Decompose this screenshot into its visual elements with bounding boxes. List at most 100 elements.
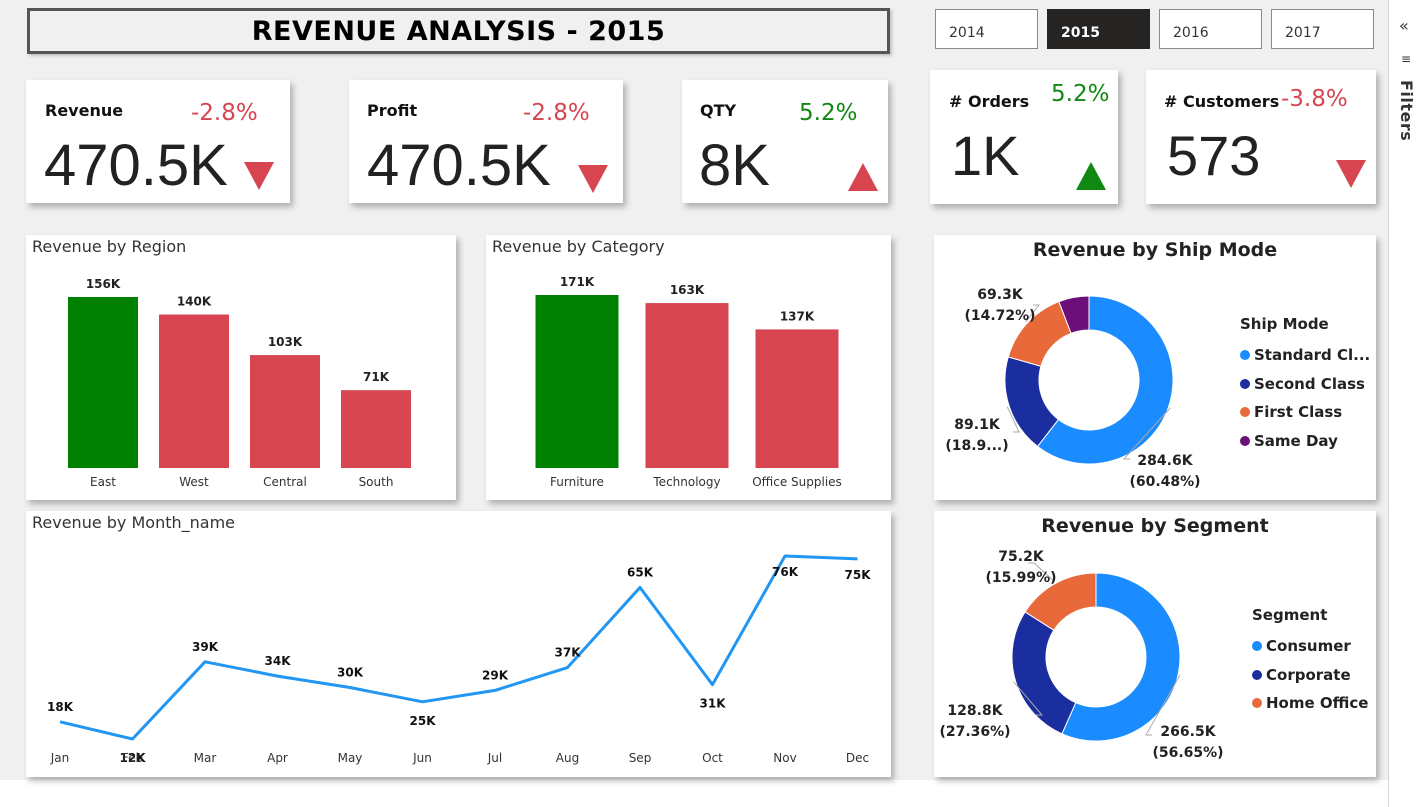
kpi-card-customers[interactable]: # Customers -3.8% 573: [1146, 70, 1376, 204]
slice-value-label: 75.2K: [998, 549, 1045, 565]
revenue-line[interactable]: [59, 554, 858, 741]
category-tick-label: Central: [263, 475, 307, 489]
legend-title: Ship Mode: [1240, 315, 1329, 333]
kpi-value: 470.5K: [44, 133, 228, 198]
slice-value-label: 89.1K: [954, 417, 1001, 433]
legend-dot: [1240, 407, 1250, 418]
legend-item-corporate[interactable]: Corporate: [1252, 661, 1368, 690]
month-tick-label: Sep: [629, 751, 652, 765]
legend-item-first-class[interactable]: First Class: [1240, 398, 1370, 427]
report-title-box: REVENUE ANALYSIS - 2015: [27, 8, 890, 54]
month-tick-label: May: [338, 751, 363, 765]
data-label: 103K: [268, 335, 303, 349]
category-tick-label: Technology: [652, 475, 720, 489]
report-canvas: REVENUE ANALYSIS - 2015 2014 2015 2016 2…: [0, 0, 1388, 780]
kpi-change: -2.8%: [523, 100, 590, 126]
data-label: 140K: [177, 295, 212, 309]
legend-title: Segment: [1252, 606, 1328, 624]
slice-value-label: 69.3K: [977, 287, 1024, 303]
filters-pane[interactable]: « ≡ Filters: [1388, 0, 1422, 807]
legend-dot: [1252, 698, 1262, 709]
kpi-card-qty[interactable]: QTY 5.2% 8K: [682, 80, 888, 203]
category-tick-label: Office Supplies: [752, 475, 842, 489]
data-label: 29K: [482, 668, 509, 682]
data-label: 65K: [627, 565, 654, 579]
bar-west[interactable]: [159, 314, 229, 468]
kpi-card-revenue[interactable]: Revenue -2.8% 470.5K: [26, 80, 290, 203]
year-slicer-2016[interactable]: 2016: [1159, 9, 1262, 49]
slice-value-label: 128.8K: [947, 703, 1003, 719]
category-bar-chart: 171K Furniture 163K Technology 137K Office Su…: [535, 275, 842, 489]
legend-item-standard-class[interactable]: Standard Cl...: [1240, 341, 1370, 370]
data-label: 18K: [47, 700, 74, 714]
bar-office-supplies[interactable]: [755, 329, 839, 468]
month-tick-label: Dec: [846, 751, 869, 765]
month-tick-label: Jul: [487, 751, 502, 765]
month-tick-label: Mar: [194, 751, 217, 765]
year-slicer-2014[interactable]: 2014: [935, 9, 1038, 49]
legend-item-consumer[interactable]: Consumer: [1252, 632, 1368, 661]
slice-percent-label: (15.99%): [985, 570, 1056, 586]
month-tick-label: Jan: [50, 751, 70, 765]
kpi-change: -3.8%: [1281, 86, 1348, 112]
slice-percent-label: (14.72%): [964, 308, 1035, 324]
kpi-label: Profit: [367, 101, 418, 120]
legend-dot: [1252, 669, 1262, 680]
slice-corporate[interactable]: [1011, 611, 1077, 735]
kpi-value: 573: [1167, 124, 1261, 187]
category-bar-chart-card[interactable]: Revenue by Category 171K Furniture 163K Tec…: [486, 235, 891, 500]
kpi-change: -2.8%: [191, 100, 258, 126]
bar-east[interactable]: [68, 297, 138, 468]
filters-label[interactable]: Filters: [1397, 80, 1416, 141]
kpi-change: 5.2%: [1051, 81, 1110, 107]
filter-funnel-icon: ≡: [1401, 52, 1412, 66]
region-bar-chart-card[interactable]: Revenue by Region 156K East 140K West 103K Ce…: [26, 235, 456, 500]
month-tick-label: Aug: [556, 751, 579, 765]
kpi-value: 470.5K: [367, 133, 551, 198]
data-label: 156K: [86, 277, 121, 291]
month-tick-label: Oct: [702, 751, 723, 765]
trend-up-icon: [848, 163, 878, 191]
slice-percent-label: (27.36%): [939, 724, 1010, 740]
bar-south[interactable]: [341, 390, 411, 468]
category-tick-label: Furniture: [550, 475, 604, 489]
kpi-card-profit[interactable]: Profit -2.8% 470.5K: [349, 80, 623, 203]
legend-dot: [1240, 378, 1250, 389]
legend-dot: [1240, 435, 1250, 446]
slice-value-label: 266.5K: [1160, 724, 1216, 740]
year-slicer-2017[interactable]: 2017: [1271, 9, 1374, 49]
month-line-chart-card[interactable]: Revenue by Month_name 18K Jan 12K Feb 39K Mar…: [26, 511, 891, 777]
month-tick-label: Nov: [773, 751, 796, 765]
slice-percent-label: (18.9...): [945, 438, 1008, 454]
segment-legend: Segment Consumer Corporate Home Office: [1252, 606, 1368, 718]
month-tick-label: Apr: [267, 751, 288, 765]
data-label: 37K: [555, 646, 582, 660]
kpi-value: 8K: [699, 133, 770, 198]
data-label: 31K: [700, 697, 727, 711]
trend-up-icon: [1076, 162, 1106, 190]
slice-value-label: 284.6K: [1137, 453, 1193, 469]
region-bar-chart: 156K East 140K West 103K Central 71K South: [68, 277, 411, 489]
trend-down-icon: [244, 162, 274, 190]
month-line-chart: 18KJan 12KFeb39KMar34KApr30KMay25KJun29KJ…: [47, 554, 871, 765]
year-slicer-2015[interactable]: 2015: [1047, 9, 1150, 49]
legend-item-home-office[interactable]: Home Office: [1252, 689, 1368, 718]
shipmode-legend: Ship Mode Standard Cl... Second Class Fi…: [1240, 315, 1370, 455]
segment-donut-chart-card[interactable]: Revenue by Segment 266.5K (56.65%) 128.8K(…: [934, 511, 1376, 777]
legend-item-second-class[interactable]: Second Class: [1240, 370, 1370, 399]
legend-dot: [1252, 641, 1262, 652]
bar-technology[interactable]: [645, 303, 729, 468]
kpi-label: # Customers: [1164, 92, 1280, 111]
kpi-card-orders[interactable]: # Orders 5.2% 1K: [930, 70, 1118, 204]
legend-item-same-day[interactable]: Same Day: [1240, 427, 1370, 456]
kpi-value: 1K: [951, 124, 1020, 187]
shipmode-donut-chart-card[interactable]: Revenue by Ship Mode 284.6K (60.48%) 89.1K…: [934, 235, 1376, 500]
data-label: 34K: [265, 654, 292, 668]
collapse-chevron-icon[interactable]: «: [1399, 16, 1409, 35]
month-tick-label: Feb: [122, 751, 143, 765]
data-label: 71K: [363, 370, 390, 384]
category-tick-label: West: [179, 475, 209, 489]
bar-central[interactable]: [250, 355, 320, 468]
bar-furniture[interactable]: [535, 295, 619, 468]
kpi-label: Revenue: [45, 101, 124, 120]
